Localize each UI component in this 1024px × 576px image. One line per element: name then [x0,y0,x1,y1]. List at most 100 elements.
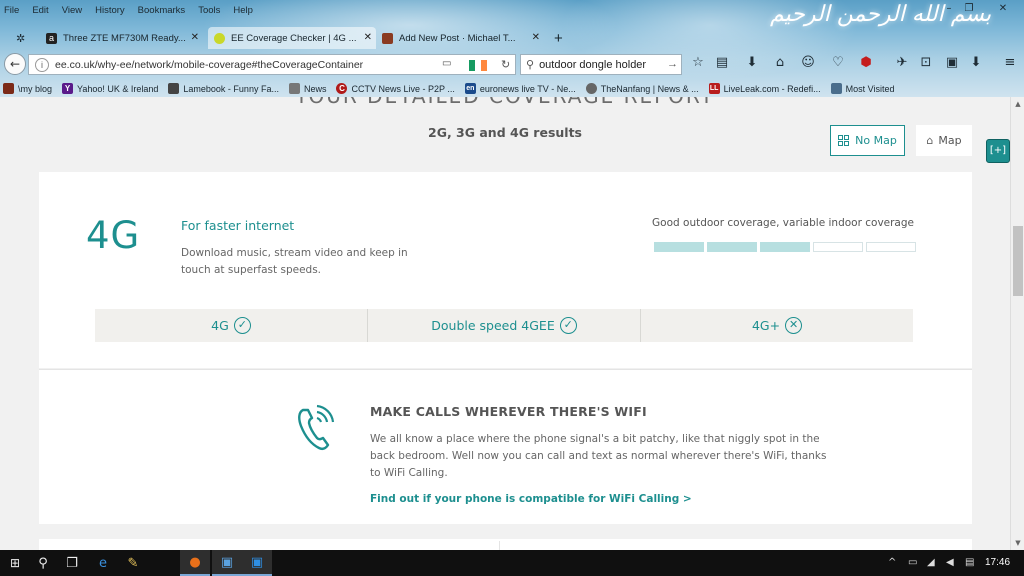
menu-help[interactable]: Help [233,5,253,16]
minimize-icon[interactable]: – [942,3,956,15]
edge-taskbar-button[interactable]: e [88,550,118,576]
search-go-icon[interactable]: → [667,58,678,70]
cross-circle-icon: ✕ [785,317,803,334]
folder-icon [288,83,300,94]
coverage-segment [813,242,863,252]
menu-history[interactable]: History [95,5,125,16]
power-icon[interactable]: ▭ [908,557,917,568]
notification-icon[interactable]: ▣ [944,55,960,70]
bookmark-item[interactable]: LL LiveLeak.com - Redefi... [708,83,821,94]
action-center-icon[interactable]: ▤ [965,557,974,568]
bookmarks-list-icon[interactable]: ▤ [714,55,730,70]
adblock-icon[interactable]: ⬢ [858,55,874,70]
close-window-icon[interactable]: ✕ [996,3,1010,15]
bookmarks-toolbar: \my blog Y Yahoo! UK & Ireland Lamebook … [0,80,1024,97]
scroll-down-icon[interactable]: ▼ [1011,536,1024,550]
new-tab-button[interactable]: + [548,27,570,49]
tab-three-zte[interactable]: a Three ZTE MF730M Ready... ✕ [40,27,203,49]
feature-label: Double speed 4GEE [431,318,555,333]
wifi-signal-icon[interactable]: ◢ [927,557,935,568]
bookmark-favicon-icon [3,83,14,94]
map-label: Map [938,134,962,147]
firefox-taskbar-button[interactable]: ● [180,550,210,576]
paint-taskbar-button[interactable]: ✎ [118,550,148,576]
app2-taskbar-button[interactable]: ▣ [242,550,272,576]
menu-bar: File Edit View History Bookmarks Tools H… [0,0,266,20]
check-circle-icon: ✓ [559,317,577,334]
download-icon[interactable]: ⬇ [744,55,760,70]
bookmark-item[interactable]: Y Yahoo! UK & Ireland [62,83,158,94]
restore-icon[interactable]: ❐ [962,3,976,15]
coverage-segment [707,242,757,252]
menu-view[interactable]: View [62,5,82,16]
reader-view-icon[interactable]: ▭ [442,58,451,69]
feature-double-speed-4gee: Double speed 4GEE ✓ [368,309,641,342]
tab-add-new-post[interactable]: Add New Post · Michael T... ✕ [376,27,544,49]
vertical-scrollbar[interactable]: ▲ ▼ [1010,97,1024,550]
home-icon[interactable]: ⌂ [772,55,788,70]
extension-icon[interactable]: ✈ [894,55,910,70]
search-bar[interactable]: ⚲ outdoor dongle holder → [520,54,682,75]
bookmark-item[interactable]: C CCTV News Live - P2P ... [336,83,455,94]
feature-strip: 4G ✓ Double speed 4GEE ✓ 4G+ ✕ [95,309,913,342]
window-app-icon: ▣ [220,554,234,570]
bookmark-label: LiveLeak.com - Redefi... [723,83,821,94]
close-tab-icon[interactable]: ✕ [364,32,372,43]
url-text: ee.co.uk/why-ee/network/mobile-coverage#… [55,58,364,71]
bookmark-item[interactable]: en euronews live TV - Ne... [464,83,576,94]
address-bar[interactable]: i ee.co.uk/why-ee/network/mobile-coverag… [28,54,516,75]
bookmark-star-icon[interactable]: ☆ [690,55,706,70]
chat-icon[interactable]: ☺ [800,55,816,70]
no-map-button[interactable]: No Map [830,125,905,156]
bookmark-item[interactable]: \my blog [3,83,52,94]
scroll-up-icon[interactable]: ▲ [1011,97,1024,111]
expand-panel-button[interactable]: [+] [986,139,1010,163]
windows-taskbar: ⊞ ⚲ ❐ e ✎ ● ▣ ▣ ^ ▭ ◢ ◀ ▤ 17:46 [0,550,1024,576]
search-input[interactable]: outdoor dongle holder [539,59,646,71]
volume-icon[interactable]: ◀ [946,557,954,568]
chevron-up-icon[interactable]: ^ [888,557,896,568]
ee-icon [214,32,225,44]
pocket-icon[interactable]: ♡ [830,55,846,70]
menu-tools[interactable]: Tools [198,5,220,16]
coverage-segment [760,242,810,252]
reload-icon[interactable]: ↻ [501,58,510,71]
search-icon: ⚲ [526,59,535,71]
navigation-bar: ← i ee.co.uk/why-ee/network/mobile-cover… [0,51,1024,77]
bookmark-item[interactable]: TheNanfang | News & ... [585,83,699,94]
bookmark-item[interactable]: News [288,83,326,94]
edge-icon: e [99,555,107,571]
ireland-flag-icon [469,60,487,71]
window-app-icon: ▣ [250,554,264,570]
scrollbar-thumb[interactable] [1013,226,1023,296]
menu-bookmarks[interactable]: Bookmarks [138,5,186,16]
yahoo-icon: Y [62,83,74,94]
info-icon[interactable]: i [35,57,49,72]
app-taskbar-button[interactable]: ▣ [212,550,242,576]
start-button[interactable]: ⊞ [0,550,30,576]
bookmark-item[interactable]: Most Visited [830,83,895,94]
menu-edit[interactable]: Edit [32,5,48,16]
menu-file[interactable]: File [4,5,19,16]
tab-groups-button[interactable]: ✲ [10,27,38,49]
tab-ee-coverage[interactable]: EE Coverage Checker | 4G ... ✕ [208,27,376,49]
search-icon: ⚲ [38,555,48,571]
hamburger-menu-icon[interactable]: ≡ [1002,55,1018,70]
save-icon[interactable]: ⬇ [968,55,984,70]
map-button[interactable]: ⌂ Map [916,125,972,156]
tab-strip: ✲ a Three ZTE MF730M Ready... ✕ EE Cover… [0,27,1024,49]
wifi-calling-link[interactable]: Find out if your phone is compatible for… [370,493,692,505]
task-view-button[interactable]: ❐ [57,550,87,576]
toolbar-icon[interactable]: ⊡ [918,55,934,70]
bookmark-item[interactable]: Lamebook - Funny Fa... [168,83,279,94]
feature-label: 4G [211,318,229,333]
back-button[interactable]: ← [4,53,26,75]
arrow-left-icon: ← [9,57,21,71]
close-tab-icon[interactable]: ✕ [191,32,199,43]
bookmark-label: Lamebook - Funny Fa... [183,83,279,94]
close-tab-icon[interactable]: ✕ [532,32,540,43]
euronews-icon: en [464,83,476,94]
wifi-calling-title: MAKE CALLS WHEREVER THERE'S WIFI [370,404,647,419]
browser-chrome: File Edit View History Bookmarks Tools H… [0,0,1024,97]
search-taskbar-button[interactable]: ⚲ [28,550,58,576]
